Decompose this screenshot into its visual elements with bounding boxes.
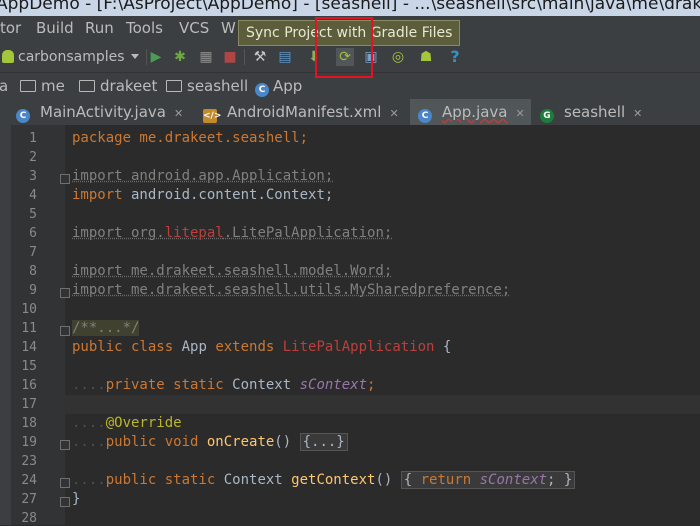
line-number: 24 xyxy=(21,473,37,488)
fold-marker[interactable] xyxy=(60,478,70,488)
line-number: 4 xyxy=(29,188,37,203)
menu-editor[interactable]: tor xyxy=(0,19,21,37)
fold-marker[interactable] xyxy=(60,326,70,336)
help-icon[interactable]: ? xyxy=(446,48,464,66)
class-icon: C xyxy=(255,83,269,97)
line-number: 10 xyxy=(21,302,37,317)
close-icon[interactable]: ✕ xyxy=(389,101,398,127)
breadcrumb-item-app[interactable]: C App xyxy=(255,77,302,97)
line-number: 9 xyxy=(29,283,37,298)
project-structure-icon[interactable]: ▤ xyxy=(276,48,294,66)
debug-icon[interactable]: ✱ xyxy=(171,48,189,66)
line-number: 11 xyxy=(21,321,37,336)
android-icon[interactable]: ☗ xyxy=(417,48,435,66)
coverage-icon[interactable]: ▦ xyxy=(197,48,215,66)
code-line: import android.app.Application; xyxy=(72,168,334,184)
menu-vcs[interactable]: VCS xyxy=(179,19,209,37)
line-number: 27 xyxy=(21,492,37,507)
fold-marker[interactable] xyxy=(60,288,70,298)
folder-icon xyxy=(20,80,36,92)
gradle-icon: G xyxy=(540,109,554,123)
code-line: package me.drakeet.seashell; xyxy=(72,130,309,146)
line-number: 3 xyxy=(29,169,37,184)
line-number: 7 xyxy=(29,245,37,260)
code-line: import me.drakeet.seashell.utils.MyShare… xyxy=(72,282,511,298)
folder-icon xyxy=(166,80,182,92)
line-number: 16 xyxy=(21,378,37,393)
breadcrumb-item[interactable]: a xyxy=(0,77,8,95)
menu-window[interactable]: W xyxy=(221,19,236,37)
folded-block[interactable]: { return sContext; } xyxy=(400,471,576,489)
close-icon[interactable]: ✕ xyxy=(633,101,642,127)
manifest-icon: </> xyxy=(203,109,222,123)
line-number: 17 xyxy=(21,397,37,412)
line-number: 19 xyxy=(21,435,37,450)
fold-marker[interactable] xyxy=(60,174,70,184)
close-icon[interactable]: ✕ xyxy=(174,101,183,127)
window-title-bar: AppDemo - [F:\AsProject\AppDemo] - [seas… xyxy=(0,0,700,16)
run-configuration-select[interactable]: carbonsamples xyxy=(0,47,143,67)
run-configuration-label: carbonsamples xyxy=(18,49,125,65)
class-icon: C xyxy=(16,109,30,123)
folder-icon xyxy=(79,80,95,92)
line-number: 28 xyxy=(21,511,37,526)
breadcrumb-item-seashell[interactable]: seashell xyxy=(166,77,248,95)
menu-tools[interactable]: Tools xyxy=(126,19,163,37)
tab-seashell-gradle[interactable]: Gseashell ✕ xyxy=(540,99,642,125)
toolbar-separator xyxy=(244,49,245,65)
run-icon[interactable]: ▶ xyxy=(147,48,165,66)
close-icon[interactable]: ✕ xyxy=(516,101,525,127)
android-device-monitor-icon[interactable]: ◎ xyxy=(389,48,407,66)
line-number: 6 xyxy=(29,226,37,241)
code-line: import org.litepal.LitePalApplication; xyxy=(72,225,393,241)
window-title: AppDemo - [F:\AsProject\AppDemo] - [seas… xyxy=(0,0,700,14)
tab-androidmanifest[interactable]: </> AndroidManifest.xml ✕ xyxy=(203,99,399,125)
breadcrumb-item-drakeet[interactable]: drakeet xyxy=(79,77,157,95)
fold-marker[interactable] xyxy=(60,497,70,507)
code-line: import me.drakeet.seashell.model.Word; xyxy=(72,263,393,279)
android-icon xyxy=(2,50,14,63)
menu-build[interactable]: Build xyxy=(36,19,74,37)
line-number: 8 xyxy=(29,264,37,279)
breadcrumb-item-me[interactable]: me xyxy=(20,77,65,95)
code-line: /**...*/ xyxy=(72,320,140,336)
folded-block[interactable]: {...} xyxy=(299,433,348,451)
line-number: 18 xyxy=(21,416,37,431)
current-line-highlight xyxy=(65,395,700,414)
line-number: 14 xyxy=(21,340,37,355)
class-icon: C xyxy=(418,109,432,123)
chevron-down-icon xyxy=(130,54,139,59)
editor-tabs: C MainActivity.java ✕ </> AndroidManifest.x… xyxy=(0,99,700,126)
fold-marker[interactable] xyxy=(60,440,70,450)
stop-icon[interactable]: ■ xyxy=(221,48,239,66)
line-number: 2 xyxy=(29,150,37,165)
line-number: 15 xyxy=(21,359,37,374)
line-number: 5 xyxy=(29,207,37,222)
highlight-box xyxy=(315,17,373,78)
line-number: 23 xyxy=(21,454,37,469)
code-line: public class App extends LitePalApplicat… xyxy=(72,339,452,355)
code-line: import android.content.Context; xyxy=(72,187,334,203)
attach-debugger-icon[interactable]: ⚒ xyxy=(251,48,269,66)
menu-run[interactable]: Run xyxy=(85,19,114,37)
code-line: ....@Override xyxy=(72,415,182,431)
code-line: ....public static Context getContext() {… xyxy=(72,471,576,489)
side-tool-strip xyxy=(0,125,11,525)
tab-app[interactable]: C App.java ✕ xyxy=(410,99,531,125)
code-line: ....public void onCreate() {...} xyxy=(72,433,348,451)
code-line: } xyxy=(72,491,81,507)
code-line: ....private static Context sContext; xyxy=(72,377,376,393)
tab-mainactivity[interactable]: C MainActivity.java ✕ xyxy=(16,99,183,125)
line-number: 1 xyxy=(29,131,37,146)
